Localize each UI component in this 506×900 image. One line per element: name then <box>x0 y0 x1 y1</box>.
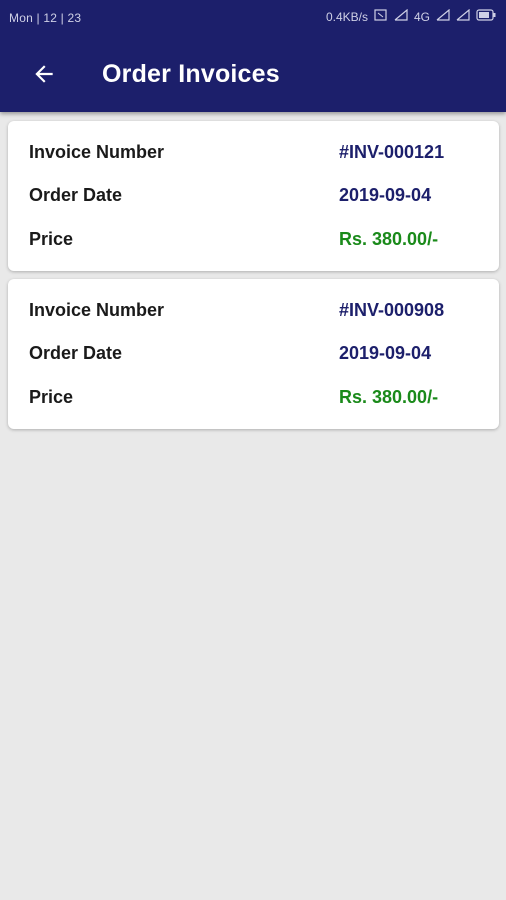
invoice-number-value: #INV-000121 <box>339 142 445 162</box>
invoice-number-label: Invoice Number <box>29 142 165 162</box>
app-header: Mon | 12 | 23 0.4KB/s 4G Order Invoices <box>0 0 506 112</box>
order-date-label: Order Date <box>29 185 123 205</box>
signal-icon <box>456 8 470 24</box>
network-speed: 0.4KB/s <box>325 9 368 24</box>
battery-icon <box>476 9 496 24</box>
invoice-number-row: Invoice Number #INV-000908 <box>29 300 478 326</box>
page-title: Order Invoices <box>102 60 280 88</box>
price-value: Rs. 380.00/- <box>339 387 439 407</box>
price-value: Rs. 380.00/- <box>339 229 439 249</box>
signal-icon <box>436 8 450 24</box>
signal-icon <box>394 8 408 24</box>
network-type: 4G <box>413 9 430 24</box>
order-date-label: Order Date <box>29 343 123 363</box>
invoice-card[interactable]: Invoice Number #INV-000121 Order Date 20… <box>8 121 499 271</box>
price-row: Price Rs. 380.00/- <box>29 387 478 413</box>
invoice-card[interactable]: Invoice Number #INV-000908 Order Date 20… <box>8 279 499 429</box>
invoice-list: Invoice Number #INV-000121 Order Date 20… <box>8 121 499 437</box>
price-row: Price Rs. 380.00/- <box>29 229 478 255</box>
app-screen: Mon | 12 | 23 0.4KB/s 4G Order Invoices … <box>0 0 506 900</box>
price-label: Price <box>29 229 74 249</box>
invoice-number-label: Invoice Number <box>29 300 165 320</box>
invoice-number-value: #INV-000908 <box>339 300 445 320</box>
status-bar: Mon | 12 | 23 0.4KB/s 4G <box>0 0 506 36</box>
arrow-left-icon <box>31 61 57 92</box>
order-date-value: 2019-09-04 <box>339 343 432 363</box>
price-label: Price <box>29 387 74 407</box>
order-date-row: Order Date 2019-09-04 <box>29 343 478 369</box>
invoice-number-row: Invoice Number #INV-000121 <box>29 142 478 168</box>
toolbar: Order Invoices <box>0 44 506 106</box>
order-date-value: 2019-09-04 <box>339 185 432 205</box>
status-time: Mon | 12 | 23 <box>9 11 82 25</box>
order-date-row: Order Date 2019-09-04 <box>29 185 478 211</box>
status-icons: 0.4KB/s 4G <box>325 8 496 24</box>
sim-icon <box>374 9 388 24</box>
back-button[interactable] <box>22 54 66 98</box>
